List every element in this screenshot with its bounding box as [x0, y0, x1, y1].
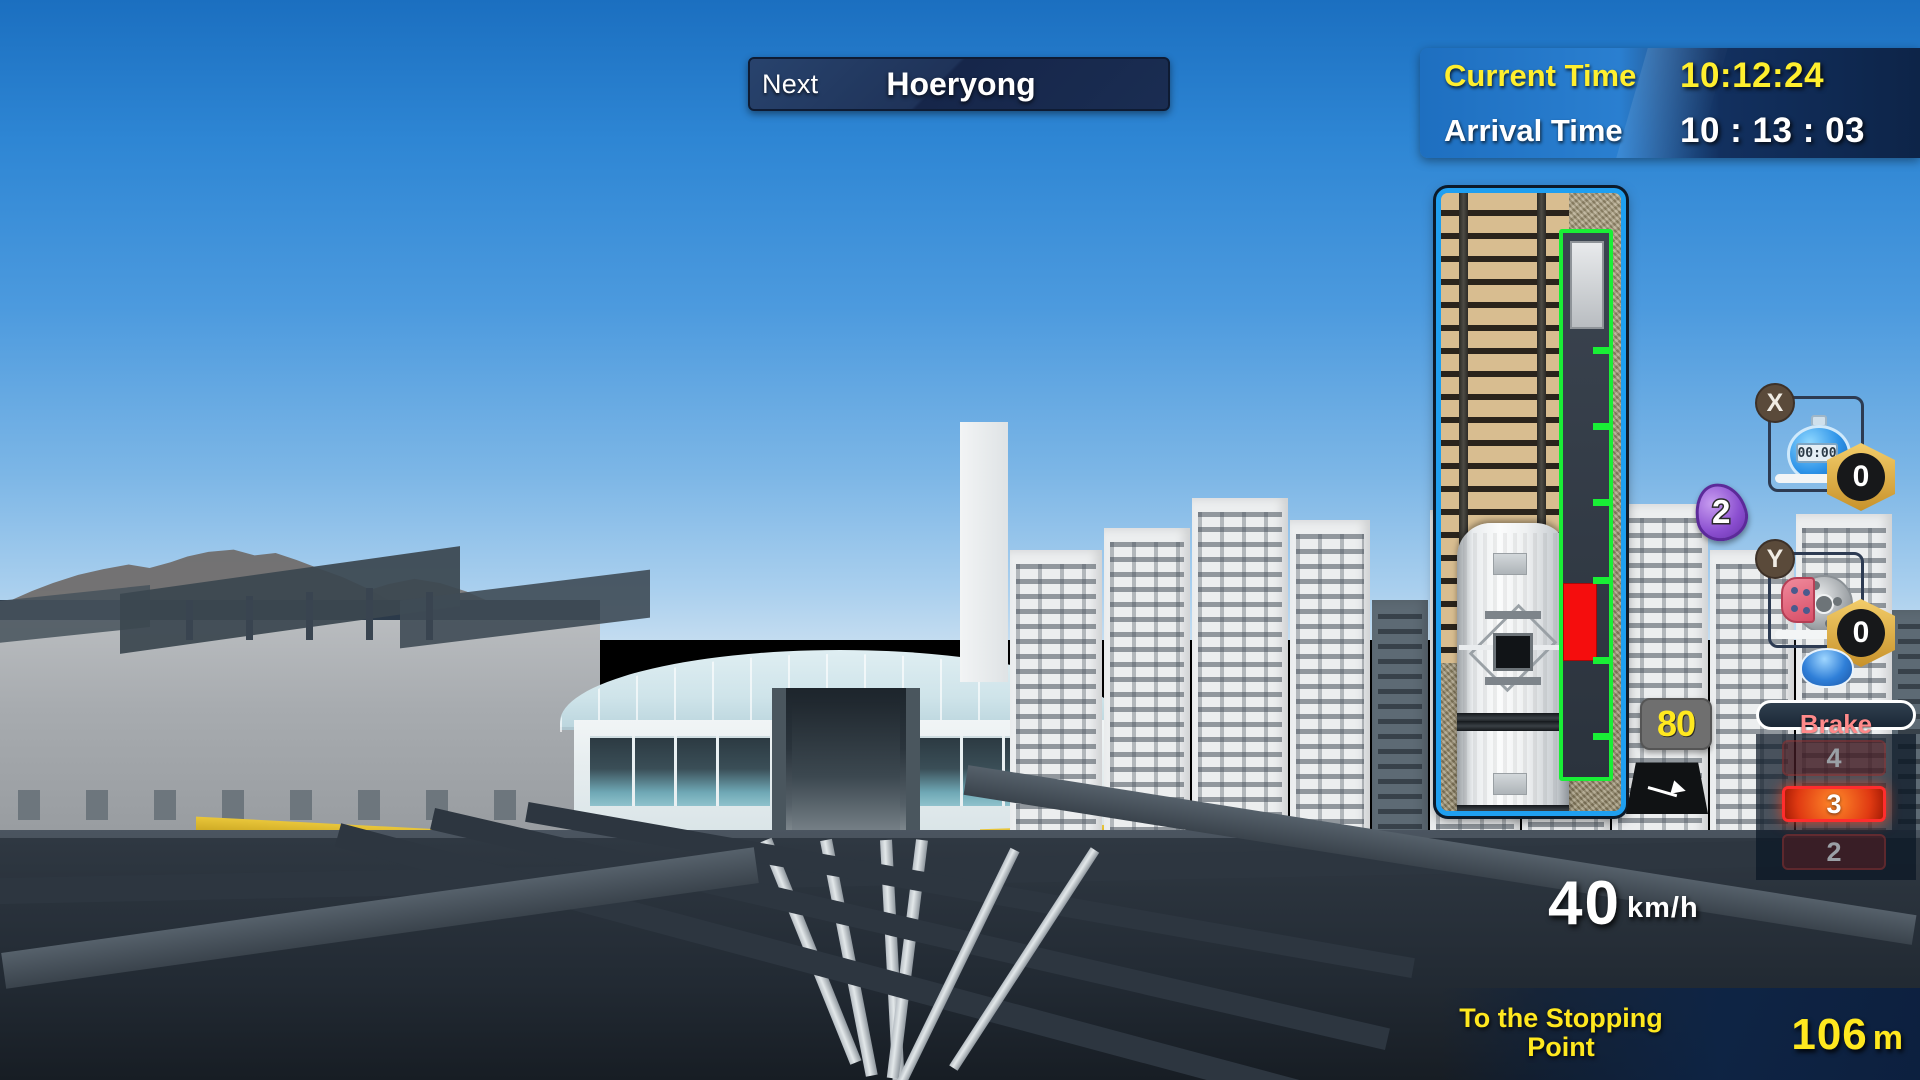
- stopping-point-distance-value: 106: [1791, 1010, 1868, 1059]
- roof-vent: [1493, 553, 1527, 575]
- brake-panel: Brake 4 3 2: [1752, 700, 1920, 880]
- item-slot-x[interactable]: X 00:00 0: [1755, 383, 1895, 511]
- office-building: [1372, 600, 1428, 850]
- brake-notch-3[interactable]: 3: [1782, 786, 1886, 822]
- next-station-banner: Next Hoeryong: [748, 57, 1170, 111]
- brake-notch-4[interactable]: 4: [1782, 740, 1886, 776]
- stopping-point-distance: 106 m: [1791, 1010, 1904, 1060]
- stopping-point-caption-line2: Point: [1527, 1032, 1595, 1063]
- canopy-pillar: [366, 588, 373, 640]
- stopping-point-distance-unit: m: [1872, 1019, 1904, 1057]
- gauge-position-marker: [1563, 583, 1597, 661]
- gauge-tick: [1593, 423, 1613, 430]
- apartment-building: [1192, 498, 1288, 850]
- brake-hub: [1814, 594, 1834, 614]
- brake-notch-list: 4 3 2: [1756, 734, 1916, 880]
- gauge-tick: [1593, 577, 1613, 584]
- gauge-tick: [1593, 657, 1613, 664]
- canopy-pillar: [306, 592, 313, 640]
- overhead-track-minimap: [1436, 188, 1626, 816]
- next-station-name: Hoeryong: [886, 65, 1036, 102]
- arrival-time-value: 10 : 13 : 03: [1680, 110, 1865, 150]
- gauge-tick: [1593, 499, 1613, 506]
- pantograph: [1459, 593, 1567, 703]
- next-label: Next: [762, 68, 819, 99]
- gradient-arrow-icon: [1647, 780, 1690, 798]
- blue-circle-icon[interactable]: [1800, 648, 1854, 688]
- item-count-x-value: 0: [1837, 453, 1885, 501]
- brake-notch-2[interactable]: 2: [1782, 834, 1886, 870]
- tunnel-pillar: [906, 688, 920, 838]
- station-glazing-left: [590, 736, 770, 806]
- canopy-pillar: [246, 596, 253, 640]
- gradient-indicator-icon: [1626, 758, 1708, 814]
- speed-limit-sign: 80: [1640, 698, 1712, 750]
- stopping-distance-gauge: [1559, 229, 1613, 781]
- canopy-pillar: [186, 600, 193, 640]
- game-screen: Next Hoeryong Current Time 10:12:24 Arri…: [0, 0, 1920, 1080]
- tall-tower: [960, 422, 1008, 682]
- station-tunnel-interior: [792, 702, 900, 838]
- time-panel: Current Time 10:12:24 Arrival Time 10 : …: [1420, 48, 1920, 158]
- speed-unit: km/h: [1626, 891, 1699, 924]
- gauge-tick: [1593, 733, 1613, 740]
- roof-vent: [1493, 773, 1527, 795]
- speed-readout: 40 km/h: [1548, 869, 1699, 938]
- brake-caliper: [1781, 577, 1815, 623]
- arrival-time-label: Arrival Time: [1444, 112, 1623, 148]
- gauge-tick: [1593, 347, 1613, 354]
- canopy-pillar: [426, 592, 433, 640]
- multiplier-value: 2: [1710, 492, 1731, 532]
- stopping-point-bar: To the Stopping Point 106 m: [1440, 988, 1920, 1080]
- stopping-point-caption-line1: To the Stopping: [1459, 1003, 1663, 1033]
- item-count-y-value: 0: [1837, 609, 1885, 657]
- tunnel-pillar: [772, 688, 786, 838]
- current-time-row: Current Time 10:12:24: [1420, 48, 1920, 103]
- arrival-time-row: Arrival Time 10 : 13 : 03: [1420, 103, 1920, 158]
- gauge-target-marker: [1570, 241, 1604, 329]
- pantograph-core: [1493, 633, 1533, 671]
- stopping-point-caption: To the Stopping Point: [1446, 1003, 1676, 1063]
- current-time-label: Current Time: [1444, 57, 1637, 93]
- speed-value: 40: [1548, 869, 1621, 938]
- current-time-value: 10:12:24: [1680, 55, 1825, 95]
- brake-title-pill: Brake: [1756, 700, 1916, 739]
- item-slot-y[interactable]: Y 0: [1755, 539, 1895, 667]
- speed-limit-value: 80: [1656, 703, 1696, 744]
- apartment-building: [1290, 520, 1370, 850]
- car-joint: [1457, 805, 1569, 811]
